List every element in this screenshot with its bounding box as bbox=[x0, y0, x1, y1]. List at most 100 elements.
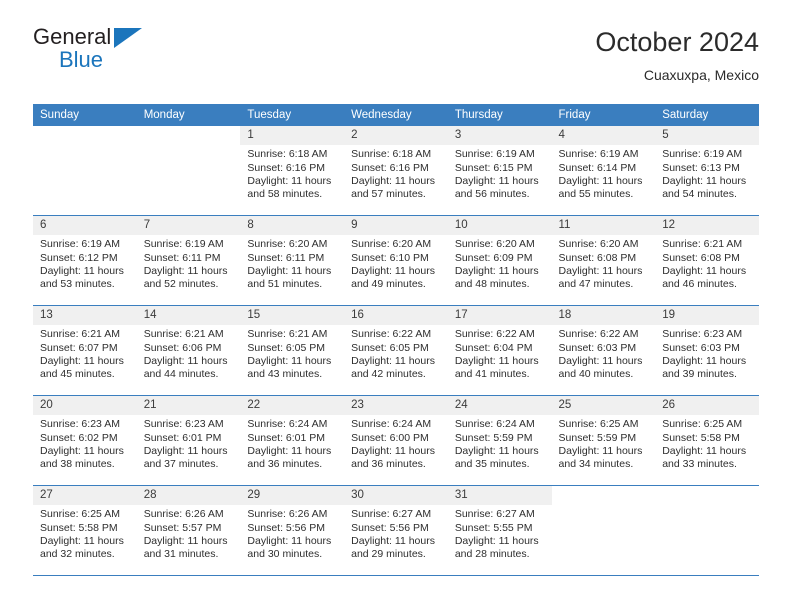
day-detail-sunset: Sunset: 6:07 PM bbox=[40, 341, 118, 354]
day-number: 19 bbox=[655, 306, 759, 326]
day-detail-daylight-l2: and 40 minutes. bbox=[558, 368, 634, 381]
day-detail-sunrise: Sunrise: 6:18 AM bbox=[351, 148, 432, 161]
day-detail-daylight-l2: and 46 minutes. bbox=[662, 278, 737, 291]
day-detail-daylight-l1: Daylight: 11 hours bbox=[40, 265, 124, 278]
calendar-day-cell[interactable]: 21 Sunrise: 6:23 AM Sunset: 6:01 PM Dayligh… bbox=[136, 396, 241, 485]
day-detail-daylight-l2: and 31 minutes. bbox=[143, 548, 219, 561]
calendar-day-cell[interactable]: 27 Sunrise: 6:25 AM Sunset: 5:58 PM Dayligh… bbox=[33, 486, 137, 575]
calendar-day-cell[interactable]: 5 Sunrise: 6:19 AM Sunset: 6:13 PM Daylight… bbox=[655, 126, 759, 215]
day-detail-sunrise: Sunrise: 6:24 AM bbox=[351, 418, 432, 431]
day-detail-daylight-l2: and 44 minutes. bbox=[143, 368, 219, 381]
day-number: 6 bbox=[33, 216, 137, 236]
calendar-day-cell[interactable]: 28 Sunrise: 6:26 AM Sunset: 5:57 PM Dayligh… bbox=[136, 486, 241, 575]
weekday-header-wednesday: Wednesday bbox=[344, 104, 448, 126]
day-detail-sunset: Sunset: 6:02 PM bbox=[40, 431, 118, 444]
calendar-day-cell[interactable]: 9 Sunrise: 6:20 AM Sunset: 6:10 PM Daylight… bbox=[344, 216, 448, 305]
calendar-day-cell[interactable]: 31 Sunrise: 6:27 AM Sunset: 5:55 PM Dayligh… bbox=[447, 486, 552, 575]
calendar-day-cell-empty bbox=[655, 486, 759, 575]
location-subtitle: Cuaxuxpa, Mexico bbox=[643, 66, 759, 83]
page-header: General Blue October 2024 Cuaxuxpa, Mexi… bbox=[0, 0, 792, 104]
day-detail-sunset: Sunset: 6:11 PM bbox=[247, 251, 325, 264]
day-detail-sunset: Sunset: 6:06 PM bbox=[143, 341, 222, 354]
day-details: Sunrise: 6:26 AM Sunset: 5:57 PM Daylight:… bbox=[137, 505, 241, 562]
day-detail-sunrise: Sunrise: 6:20 AM bbox=[558, 238, 639, 251]
day-detail-daylight-l2: and 30 minutes. bbox=[247, 548, 323, 561]
title-block: October 2024 Cuaxuxpa, Mexico bbox=[595, 26, 759, 83]
day-detail-sunrise: Sunrise: 6:19 AM bbox=[40, 238, 120, 251]
calendar-day-cell[interactable]: 30 Sunrise: 6:27 AM Sunset: 5:56 PM Dayligh… bbox=[344, 486, 448, 575]
day-detail-daylight-l1: Daylight: 11 hours bbox=[454, 175, 539, 188]
calendar-day-cell[interactable]: 29 Sunrise: 6:26 AM Sunset: 5:56 PM Dayligh… bbox=[240, 486, 345, 575]
calendar-day-cell[interactable]: 24 Sunrise: 6:24 AM Sunset: 5:59 PM Dayligh… bbox=[447, 396, 552, 485]
calendar-day-cell[interactable]: 15 Sunrise: 6:21 AM Sunset: 6:05 PM Dayligh… bbox=[240, 306, 345, 395]
day-number: 10 bbox=[447, 216, 552, 236]
day-detail-daylight-l1: Daylight: 11 hours bbox=[247, 535, 332, 548]
calendar-week-row: 1 Sunrise: 6:18 AM Sunset: 6:16 PM Daylight… bbox=[33, 126, 759, 215]
day-details: Sunrise: 6:22 AM Sunset: 6:05 PM Daylight:… bbox=[344, 325, 448, 382]
calendar-day-cell[interactable]: 7 Sunrise: 6:19 AM Sunset: 6:11 PM Daylight… bbox=[136, 216, 241, 305]
day-detail-daylight-l2: and 54 minutes. bbox=[662, 188, 737, 201]
day-detail-sunrise: Sunrise: 6:26 AM bbox=[247, 508, 328, 521]
calendar-day-cell[interactable]: 6 Sunrise: 6:19 AM Sunset: 6:12 PM Daylight… bbox=[33, 216, 137, 305]
calendar-day-cell[interactable]: 11 Sunrise: 6:20 AM Sunset: 6:08 PM Dayligh… bbox=[551, 216, 656, 305]
calendar-day-cell[interactable]: 12 Sunrise: 6:21 AM Sunset: 6:08 PM Dayligh… bbox=[655, 216, 759, 305]
day-number: 26 bbox=[655, 396, 759, 416]
day-detail-sunset: Sunset: 6:01 PM bbox=[247, 431, 326, 444]
day-details: Sunrise: 6:21 AM Sunset: 6:07 PM Daylight:… bbox=[33, 325, 137, 382]
calendar-day-cell[interactable]: 2 Sunrise: 6:18 AM Sunset: 6:16 PM Daylight… bbox=[344, 126, 448, 215]
calendar-day-cell-empty bbox=[136, 126, 241, 215]
calendar-day-cell[interactable]: 22 Sunrise: 6:24 AM Sunset: 6:01 PM Dayligh… bbox=[240, 396, 345, 485]
day-number: 29 bbox=[240, 486, 345, 506]
calendar-day-cell[interactable]: 16 Sunrise: 6:22 AM Sunset: 6:05 PM Dayligh… bbox=[344, 306, 448, 395]
day-detail-sunset: Sunset: 6:03 PM bbox=[558, 341, 637, 354]
weekday-header-friday: Friday bbox=[551, 104, 656, 126]
calendar-day-cell[interactable]: 3 Sunrise: 6:19 AM Sunset: 6:15 PM Daylight… bbox=[447, 126, 552, 215]
day-detail-sunset: Sunset: 6:13 PM bbox=[662, 161, 740, 174]
day-detail-daylight-l2: and 36 minutes. bbox=[247, 458, 323, 471]
day-number: 3 bbox=[447, 126, 552, 146]
day-detail-sunset: Sunset: 5:56 PM bbox=[247, 521, 326, 534]
weekday-header-sunday: Sunday bbox=[33, 104, 137, 126]
day-detail-sunset: Sunset: 6:11 PM bbox=[143, 251, 221, 264]
day-detail-daylight-l1: Daylight: 11 hours bbox=[351, 175, 435, 188]
calendar-day-cell[interactable]: 25 Sunrise: 6:25 AM Sunset: 5:59 PM Dayligh… bbox=[551, 396, 656, 485]
calendar-day-cell[interactable]: 19 Sunrise: 6:23 AM Sunset: 6:03 PM Dayligh… bbox=[655, 306, 759, 395]
day-details: Sunrise: 6:21 AM Sunset: 6:06 PM Daylight:… bbox=[137, 325, 241, 382]
day-detail-sunrise: Sunrise: 6:22 AM bbox=[558, 328, 639, 341]
day-detail-daylight-l1: Daylight: 11 hours bbox=[558, 265, 643, 278]
day-detail-sunset: Sunset: 6:12 PM bbox=[40, 251, 118, 264]
calendar-day-cell[interactable]: 4 Sunrise: 6:19 AM Sunset: 6:14 PM Daylight… bbox=[551, 126, 656, 215]
day-details: Sunrise: 6:21 AM Sunset: 6:08 PM Daylight:… bbox=[655, 235, 759, 292]
logo[interactable]: General Blue bbox=[33, 26, 153, 78]
calendar-day-cell[interactable]: 8 Sunrise: 6:20 AM Sunset: 6:11 PM Daylight… bbox=[240, 216, 345, 305]
day-number: 23 bbox=[344, 396, 448, 416]
calendar-day-cell[interactable]: 23 Sunrise: 6:24 AM Sunset: 6:00 PM Dayligh… bbox=[344, 396, 448, 485]
calendar-day-cell[interactable]: 14 Sunrise: 6:21 AM Sunset: 6:06 PM Dayligh… bbox=[136, 306, 241, 395]
day-detail-sunrise: Sunrise: 6:27 AM bbox=[351, 508, 432, 521]
calendar-day-cell[interactable]: 13 Sunrise: 6:21 AM Sunset: 6:07 PM Dayligh… bbox=[33, 306, 137, 395]
weekday-header-monday: Monday bbox=[136, 104, 241, 126]
day-details: Sunrise: 6:23 AM Sunset: 6:02 PM Daylight:… bbox=[33, 415, 137, 472]
calendar-day-cell[interactable]: 18 Sunrise: 6:22 AM Sunset: 6:03 PM Dayligh… bbox=[551, 306, 656, 395]
day-details: Sunrise: 6:26 AM Sunset: 5:56 PM Daylight:… bbox=[240, 505, 344, 562]
calendar-table: Sunday Monday Tuesday Wednesday Thursday… bbox=[33, 104, 759, 576]
calendar-day-cell[interactable]: 26 Sunrise: 6:25 AM Sunset: 5:58 PM Dayligh… bbox=[655, 396, 759, 485]
calendar-day-cell[interactable]: 20 Sunrise: 6:23 AM Sunset: 6:02 PM Dayligh… bbox=[33, 396, 137, 485]
day-detail-sunset: Sunset: 6:08 PM bbox=[558, 251, 637, 264]
day-detail-daylight-l2: and 36 minutes. bbox=[351, 458, 426, 471]
day-detail-sunrise: Sunrise: 6:23 AM bbox=[662, 328, 743, 341]
day-detail-daylight-l2: and 32 minutes. bbox=[40, 548, 115, 561]
calendar-day-cell[interactable]: 1 Sunrise: 6:18 AM Sunset: 6:16 PM Daylight… bbox=[240, 126, 345, 215]
calendar-day-cell[interactable]: 10 Sunrise: 6:20 AM Sunset: 6:09 PM Dayligh… bbox=[447, 216, 552, 305]
day-number: 20 bbox=[33, 396, 137, 416]
day-detail-daylight-l2: and 42 minutes. bbox=[351, 368, 426, 381]
calendar-week-row: 6 Sunrise: 6:19 AM Sunset: 6:12 PM Daylight… bbox=[33, 216, 759, 305]
day-detail-daylight-l2: and 28 minutes. bbox=[454, 548, 530, 561]
day-details: Sunrise: 6:22 AM Sunset: 6:04 PM Daylight:… bbox=[448, 325, 552, 382]
day-detail-daylight-l1: Daylight: 11 hours bbox=[351, 355, 435, 368]
day-detail-daylight-l2: and 37 minutes. bbox=[143, 458, 219, 471]
day-details: Sunrise: 6:18 AM Sunset: 6:16 PM Daylight:… bbox=[240, 145, 344, 202]
calendar-week-row: 27 Sunrise: 6:25 AM Sunset: 5:58 PM Dayligh… bbox=[33, 486, 759, 575]
calendar-day-cell[interactable]: 17 Sunrise: 6:22 AM Sunset: 6:04 PM Dayligh… bbox=[447, 306, 552, 395]
calendar-week-row: 13 Sunrise: 6:21 AM Sunset: 6:07 PM Dayligh… bbox=[33, 306, 759, 395]
